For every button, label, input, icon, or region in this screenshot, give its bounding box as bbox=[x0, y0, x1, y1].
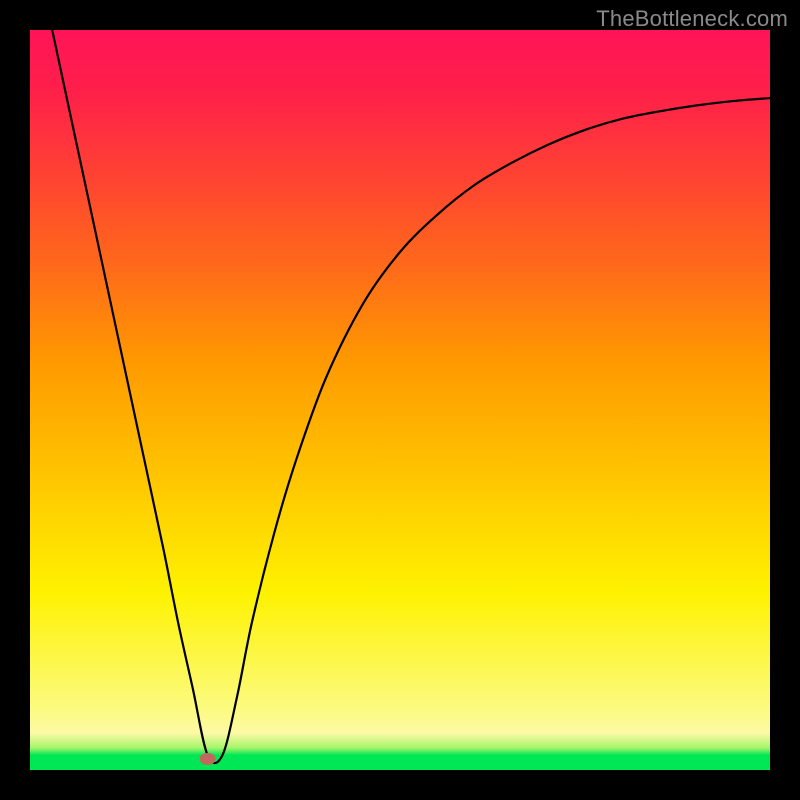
minimum-marker bbox=[200, 753, 216, 765]
plot-area bbox=[30, 30, 770, 770]
watermark-text: TheBottleneck.com bbox=[596, 6, 788, 32]
curve-layer bbox=[30, 30, 770, 770]
chart-frame: TheBottleneck.com bbox=[0, 0, 800, 800]
bottleneck-curve bbox=[52, 30, 770, 763]
